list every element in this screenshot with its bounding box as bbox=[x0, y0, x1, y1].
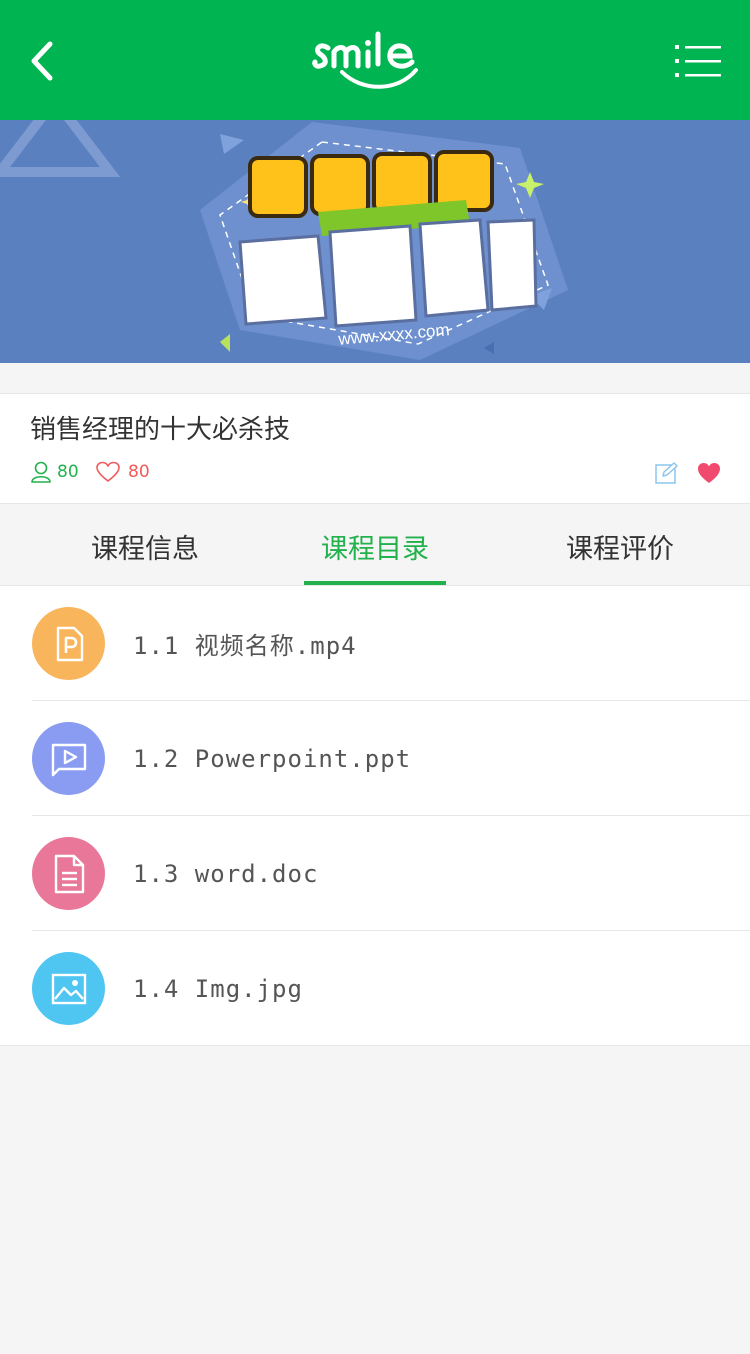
tab-course-info[interactable]: 课程信息 bbox=[60, 505, 230, 585]
item-title: 1.1 视频名称.mp4 bbox=[133, 632, 357, 660]
likes-stat: 80 bbox=[95, 458, 150, 486]
course-title: 销售经理的十大必杀技 bbox=[30, 415, 291, 445]
tab-course-review[interactable]: 课程评价 bbox=[535, 505, 705, 585]
ppt-file-icon bbox=[32, 607, 105, 680]
learners-stat: 80 bbox=[30, 458, 79, 486]
image-icon bbox=[32, 952, 105, 1025]
document-icon bbox=[32, 837, 105, 910]
heart-filled-icon bbox=[698, 463, 720, 483]
app-header bbox=[0, 0, 750, 120]
chevron-left-icon bbox=[31, 41, 53, 81]
list-item[interactable]: 1.4 Img.jpg bbox=[0, 931, 750, 1046]
course-banner: www.xxxx.com bbox=[0, 120, 750, 363]
menu-button[interactable] bbox=[668, 36, 728, 86]
list-item[interactable]: 1.2 Powerpoint.ppt bbox=[0, 701, 750, 816]
edit-button[interactable] bbox=[652, 458, 682, 488]
learners-count: 80 bbox=[57, 462, 79, 482]
favorite-button[interactable] bbox=[694, 458, 724, 488]
item-title: 1.4 Img.jpg bbox=[133, 975, 303, 1003]
tab-course-catalog[interactable]: 课程目录 bbox=[304, 505, 446, 585]
heart-outline-icon bbox=[96, 461, 120, 482]
list-item[interactable]: 1.1 视频名称.mp4 bbox=[0, 586, 750, 701]
list-menu-icon bbox=[675, 45, 721, 77]
back-button[interactable] bbox=[18, 36, 68, 86]
item-title: 1.2 Powerpoint.ppt bbox=[133, 745, 412, 773]
edit-icon bbox=[655, 462, 678, 484]
video-play-icon bbox=[32, 722, 105, 795]
course-info-panel: 销售经理的十大必杀技 80 80 bbox=[0, 393, 750, 504]
catalog-list: 1.1 视频名称.mp4 1.2 Powerpoint.ppt 1.3 word… bbox=[0, 585, 750, 1046]
item-title: 1.3 word.doc bbox=[133, 860, 319, 888]
course-tabs: 课程信息 课程目录 课程评价 bbox=[0, 505, 750, 585]
list-item[interactable]: 1.3 word.doc bbox=[0, 816, 750, 931]
likes-count: 80 bbox=[128, 462, 150, 482]
smile-logo bbox=[312, 26, 427, 96]
user-icon bbox=[31, 461, 51, 483]
